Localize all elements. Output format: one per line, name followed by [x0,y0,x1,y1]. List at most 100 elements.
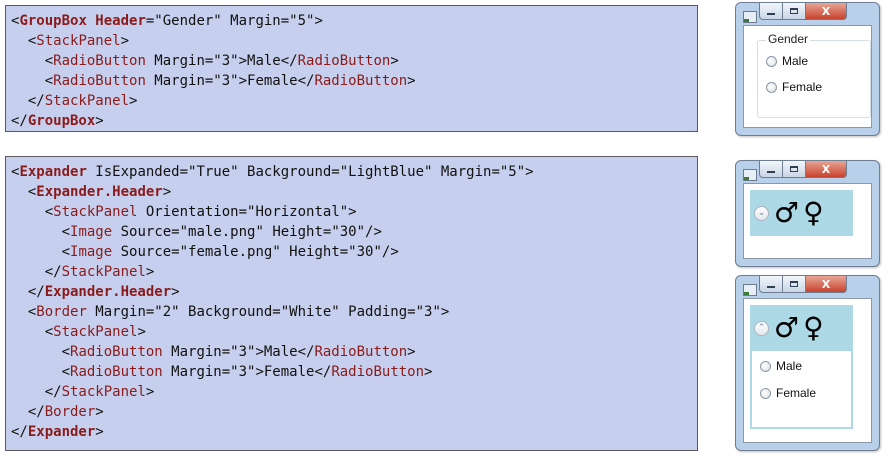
code-text: </ [11,424,28,440]
code-element-name: RadioButton [53,53,146,69]
radio-female[interactable]: Female [766,80,822,94]
code-text: > [171,284,180,300]
maximize-icon [790,281,798,287]
code-element-name: StackPanel [61,264,146,280]
radio-label-male: Male [776,359,803,373]
code-line: <StackPanel> [11,322,697,342]
code-text: > [129,93,138,109]
code-text: > [120,33,130,49]
close-icon: X [821,162,831,176]
code-element-name: RadioButton [331,364,425,380]
code-line: <Expander IsExpanded="True" Background="… [11,162,697,182]
expander-content: Male Female [750,351,853,429]
app-icon[interactable] [743,169,757,181]
code-text: Margin="3">Male</ [145,53,298,69]
code-line: </StackPanel> [11,91,697,111]
code-element-name: Expander [19,164,87,180]
code-text: Source="female.png" Height="30"/> [112,244,399,260]
expander-collapsed-window: X ⌄ ♂ ♀ [735,160,880,267]
code-element-name: GroupBox [27,113,96,129]
title-bar[interactable]: X [736,161,879,183]
code-snippet-groupbox: < GroupBox Header="Gender" Margin="5"> < S… [5,5,698,132]
minimize-button[interactable] [759,276,783,293]
code-text: > [95,404,104,420]
expander-expanded-window: X ⌃ ♂ ♀ Male Female [735,275,880,451]
code-text: > [407,73,416,89]
code-element-name: RadioButton [297,53,391,69]
maximize-icon [790,8,798,14]
radio-label-male: Male [782,54,809,68]
minimize-button[interactable] [759,3,783,20]
code-text: < [11,344,71,360]
close-button[interactable]: X [805,3,847,20]
radio-male[interactable]: Male [766,54,808,68]
maximize-icon [790,166,798,172]
expander-header[interactable]: ⌄ ♂ ♀ [750,190,853,236]
radio-circle-icon[interactable] [760,387,771,399]
code-text: < [11,364,71,380]
code-element-name: Border [44,404,96,420]
code-line: </Border> [11,402,697,422]
collapse-chevron-icon[interactable]: ⌃ [754,320,769,336]
code-element-name: Expander [27,424,96,440]
code-element-name: RadioButton [314,73,408,89]
female-symbol-icon: ♀ [803,311,824,344]
code-element-name: RadioButton [70,364,163,380]
code-text: > [95,424,104,440]
minimize-icon [767,12,775,15]
app-icon[interactable] [743,284,757,296]
close-button[interactable]: X [805,161,847,178]
radio-label-female: Female [782,80,823,94]
app-icon[interactable] [743,11,757,23]
code-line: </GroupBox> [11,111,697,131]
expander-content-border: Male Female [752,351,851,427]
code-text: < [11,184,37,200]
code-element-name: RadioButton [70,344,163,360]
radio-male[interactable]: Male [760,359,802,373]
window-client-area: Gender Male Female [743,25,872,128]
male-symbol-icon: ♂ [774,196,800,229]
code-line: <Border Margin="2" Background="White" Pa… [11,302,697,322]
code-element-name: StackPanel [44,93,130,109]
radio-label-female: Female [776,386,817,400]
code-text: > [95,113,104,129]
code-text: Margin="3">Male</ [162,344,315,360]
expander-header[interactable]: ⌃ ♂ ♀ [750,305,853,351]
female-symbol-icon: ♀ [803,196,824,229]
close-button[interactable]: X [805,276,847,293]
gender-groupbox: Gender Male Female [757,32,871,118]
code-text: </ [11,113,28,129]
code-text: < [11,33,37,49]
code-text: < [11,73,54,89]
maximize-button[interactable] [782,161,806,178]
maximize-button[interactable] [782,276,806,293]
code-element-name: Image [70,224,113,240]
code-line: </StackPanel> [11,262,697,282]
code-line: </Expander> [11,422,697,442]
code-element-name: GroupBox Header [19,13,146,29]
code-line: <RadioButton Margin="3">Male</RadioButto… [11,342,697,362]
title-bar[interactable]: X [736,3,879,25]
minimize-icon [767,170,775,173]
radio-female[interactable]: Female [760,386,816,400]
code-text: < [11,304,37,320]
code-text: ="Gender" Margin="5"> [145,13,323,29]
minimize-button[interactable] [759,161,783,178]
code-text: < [11,53,54,69]
title-bar[interactable]: X [736,276,879,298]
radio-circle-icon[interactable] [766,55,777,67]
male-symbol-icon: ♂ [774,311,800,344]
code-element-name: RadioButton [314,344,408,360]
expand-chevron-icon[interactable]: ⌄ [754,205,769,221]
code-element-name: Expander.Header [36,184,163,200]
code-text: < [11,324,54,340]
radio-circle-icon[interactable] [760,360,771,372]
radio-circle-icon[interactable] [766,81,777,93]
code-text: > [145,384,155,400]
code-text: > [162,184,172,200]
code-text: < [11,204,54,220]
code-text: < [11,244,71,260]
code-line: <Image Source="male.png" Height="30"/> [11,222,697,242]
window-client-area: ⌄ ♂ ♀ [743,183,872,259]
maximize-button[interactable] [782,3,806,20]
